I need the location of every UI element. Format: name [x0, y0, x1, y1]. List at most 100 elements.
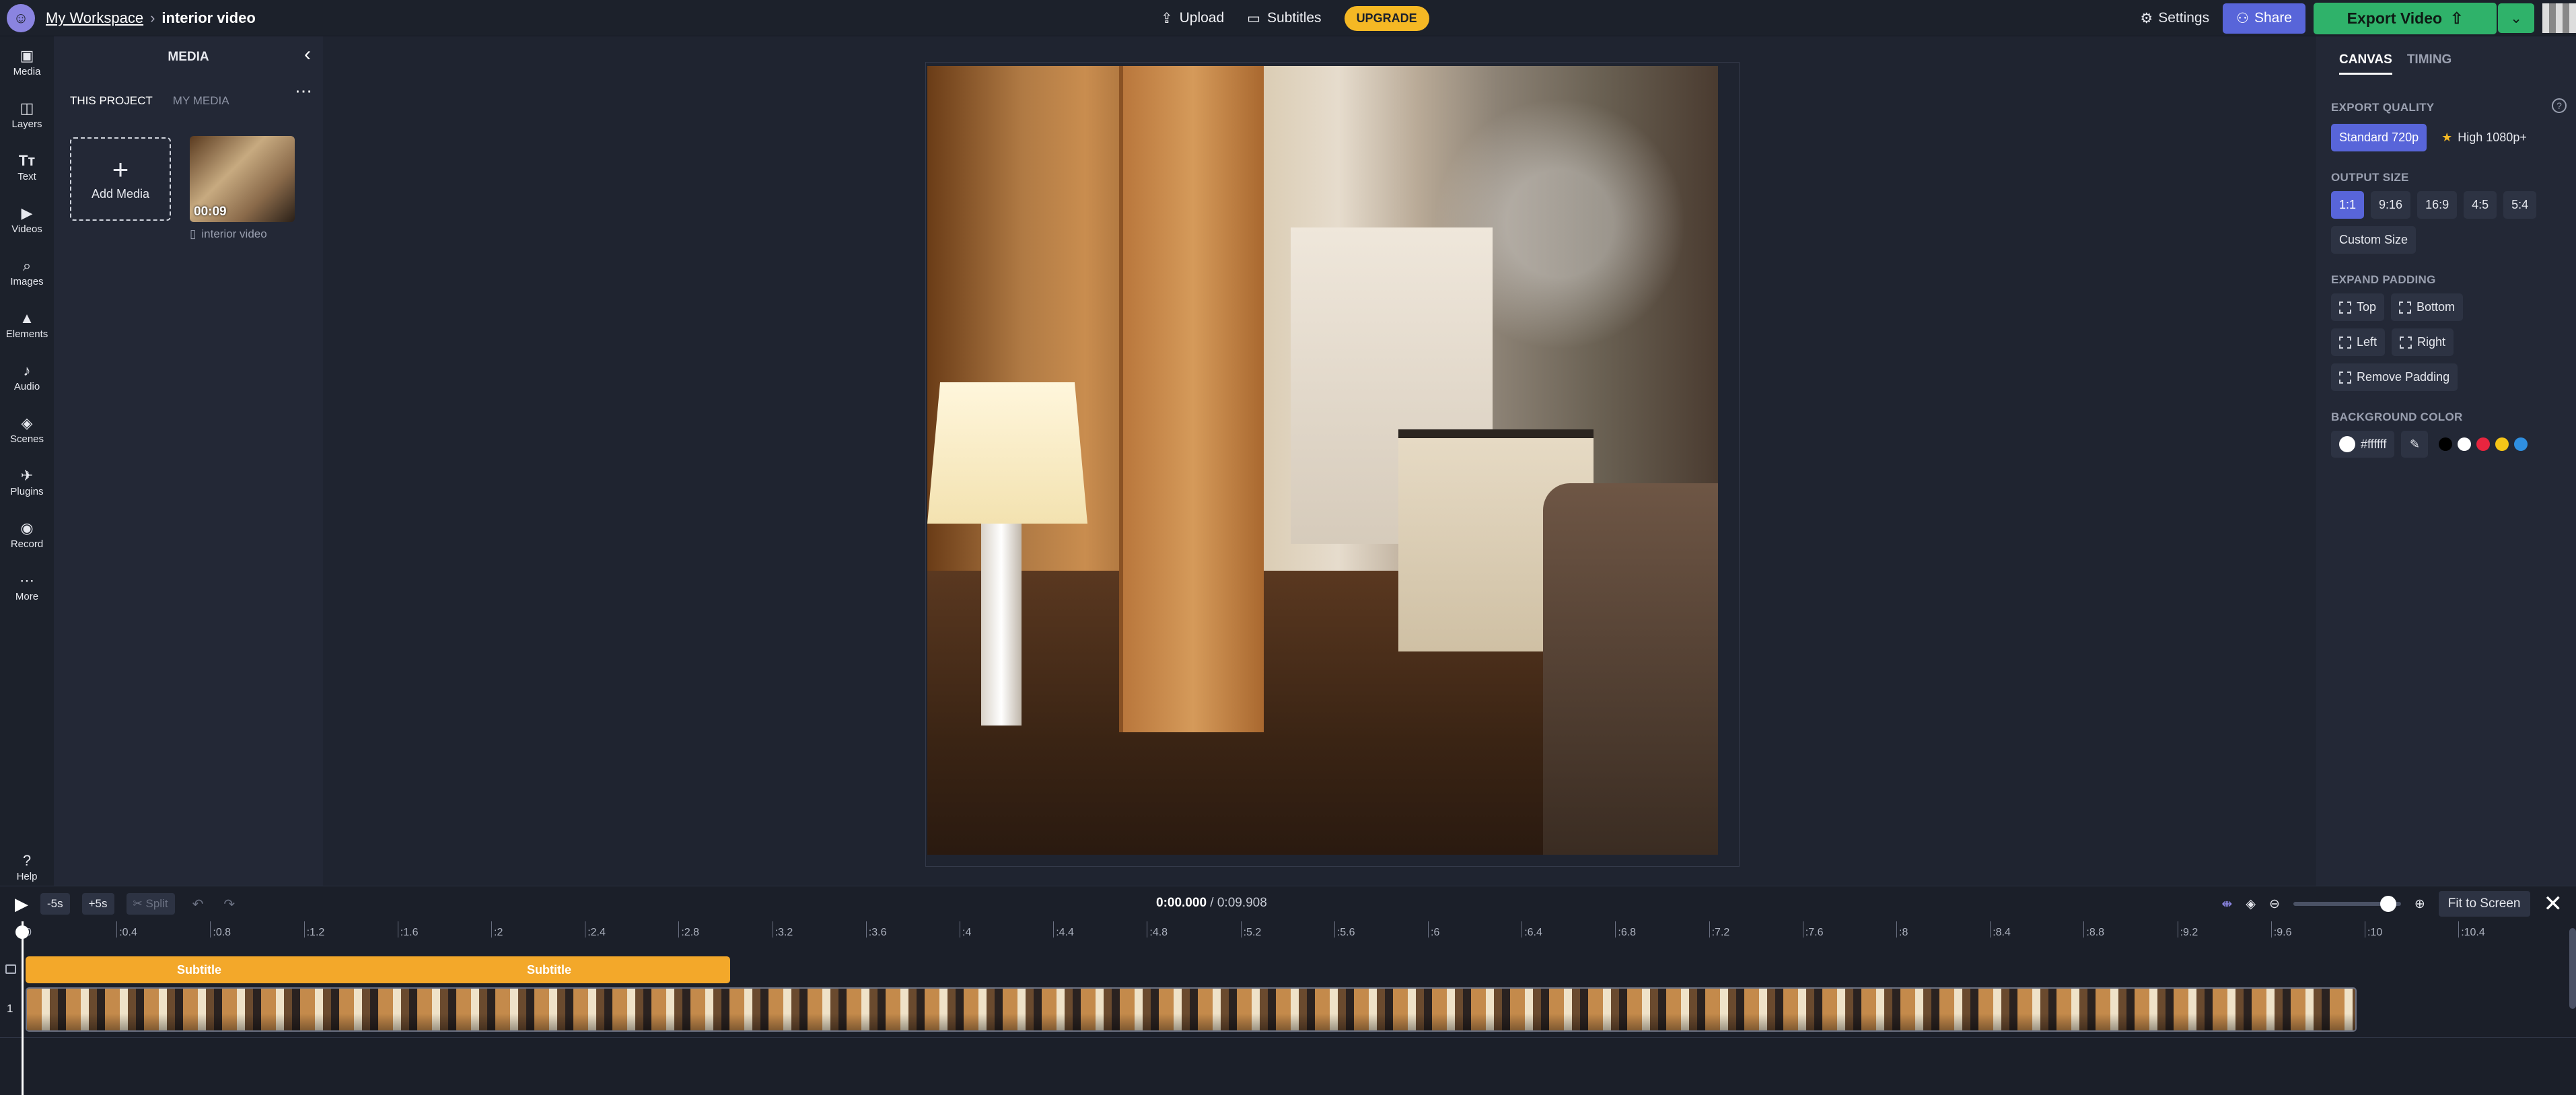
settings-tabs: CANVAS TIMING: [2339, 52, 2452, 75]
padding-bottom-label: Bottom: [2417, 300, 2456, 314]
size-4-5-button[interactable]: 4:5: [2464, 191, 2497, 219]
zoom-slider[interactable]: [2293, 896, 2401, 912]
rail-item-record[interactable]: ◉ Record: [0, 509, 54, 561]
size-9-16-button[interactable]: 9:16: [2371, 191, 2411, 219]
close-icon[interactable]: ✕: [2544, 890, 2563, 917]
size-5-4-button[interactable]: 5:4: [2503, 191, 2537, 219]
swatch-white[interactable]: [2458, 437, 2472, 451]
more-options-icon[interactable]: ⋯: [295, 81, 312, 102]
export-quality-label: EXPORT QUALITY: [2331, 101, 2435, 114]
undo-redo: ↶ ↷: [192, 896, 236, 913]
split-view-icon[interactable]: ◈: [2246, 896, 2256, 912]
quality-high-button[interactable]: ★ High 1080p+: [2433, 124, 2535, 151]
size-1-1-button[interactable]: 1:1: [2331, 191, 2365, 219]
add-media-button[interactable]: + Add Media: [70, 137, 171, 221]
swatch-red[interactable]: [2476, 437, 2491, 451]
back-5s-button[interactable]: -5s: [40, 893, 70, 915]
collapse-panel-button[interactable]: ‹: [304, 43, 311, 66]
rail-label: More: [15, 590, 39, 602]
ruler-tick: :0.4: [116, 921, 137, 938]
ruler-tick: :9.2: [2177, 921, 2198, 938]
swatch-black[interactable]: [2439, 437, 2453, 451]
export-video-button[interactable]: Export Video ⇧: [2314, 2, 2497, 34]
rail-item-images[interactable]: ⌕ Images: [0, 246, 54, 299]
swatch-yellow[interactable]: [2495, 437, 2509, 451]
padding-top-label: Top: [2357, 300, 2377, 314]
project-title[interactable]: interior video: [162, 9, 255, 27]
video-cabinet: [1119, 66, 1264, 732]
padding-right-button[interactable]: Right: [2392, 328, 2454, 356]
timeline-scrollbar[interactable]: [2569, 928, 2576, 1009]
avatar[interactable]: [2542, 3, 2576, 33]
quality-standard-button[interactable]: Standard 720p: [2331, 124, 2427, 151]
rail-item-more[interactable]: ⋯ More: [0, 561, 54, 614]
padding-row-3: Remove Padding: [2331, 363, 2458, 391]
custom-size-button[interactable]: Custom Size: [2331, 226, 2417, 254]
remove-padding-button[interactable]: Remove Padding: [2331, 363, 2458, 391]
upload-icon: ⇪: [1161, 10, 1173, 26]
timecode: 0:00.000 / 0:09.908: [1156, 896, 1267, 911]
fit-to-screen-button[interactable]: Fit to Screen: [2438, 891, 2530, 917]
video-lampbase: [981, 524, 1022, 726]
ruler-tick: :9.6: [2270, 921, 2291, 938]
undo-icon[interactable]: ↶: [192, 896, 204, 913]
rail-item-audio[interactable]: ♪ Audio: [0, 351, 54, 404]
rail-item-media[interactable]: ▣ Media: [0, 36, 54, 89]
settings-button[interactable]: ⚙ Settings: [2140, 10, 2209, 27]
ruler-tick: :5.2: [1240, 921, 1261, 938]
top-right-actions: ⚙ Settings ⚇ Share Export Video ⇧ ⌄: [2140, 0, 2576, 36]
padding-top-button[interactable]: Top: [2331, 293, 2385, 321]
clip-name: ▯ interior video: [190, 227, 267, 241]
custom-size-row: Custom Size: [2331, 226, 2417, 254]
padding-top-icon: [2339, 301, 2351, 314]
forward-5s-button[interactable]: +5s: [81, 893, 114, 915]
split-button[interactable]: ✂ Split: [126, 893, 175, 915]
subtitles-icon: ▭: [1247, 10, 1261, 26]
help-icon[interactable]: ?: [2552, 98, 2567, 113]
padding-bottom-button[interactable]: Bottom: [2391, 293, 2464, 321]
ruler-tick: :6.4: [1522, 921, 1542, 938]
video-preview[interactable]: [927, 66, 1718, 855]
videos-icon: ▶: [21, 204, 33, 221]
rail-item-text[interactable]: Tт Text: [0, 141, 54, 194]
left-tool-rail: ▣ Media ◫ Layers Tт Text ▶ Videos ⌕ Imag…: [0, 36, 54, 886]
zoom-in-icon[interactable]: ⊕: [2414, 896, 2425, 912]
padding-bottom-icon: [2399, 301, 2412, 314]
eyedropper-icon[interactable]: ✎: [2401, 431, 2429, 458]
redo-icon[interactable]: ↷: [223, 896, 235, 913]
upgrade-button[interactable]: UPGRADE: [1344, 5, 1429, 31]
upload-button[interactable]: ⇪ Upload: [1161, 10, 1224, 27]
tab-timing[interactable]: TIMING: [2407, 52, 2452, 75]
rail-item-plugins[interactable]: ✈ Plugins: [0, 456, 54, 509]
export-options-dropdown[interactable]: ⌄: [2498, 3, 2534, 33]
zoom-out-icon[interactable]: ⊖: [2269, 896, 2280, 912]
play-button[interactable]: ▶: [15, 894, 28, 915]
size-16-9-button[interactable]: 16:9: [2417, 191, 2458, 219]
text-icon: Tт: [18, 151, 36, 169]
zoom-slider-knob[interactable]: [2380, 896, 2396, 912]
snap-icon[interactable]: ⇼: [2221, 896, 2232, 912]
tab-canvas[interactable]: CANVAS: [2339, 52, 2392, 75]
video-track-clip[interactable]: [26, 987, 2357, 1032]
rail-item-scenes[interactable]: ◈ Scenes: [0, 404, 54, 456]
workspace-link[interactable]: My Workspace: [46, 9, 143, 27]
swatch-blue[interactable]: [2514, 437, 2528, 451]
ruler-tick: :10.4: [2458, 921, 2485, 938]
app-logo[interactable]: ☺: [7, 3, 35, 32]
rail-item-layers[interactable]: ◫ Layers: [0, 89, 54, 141]
media-thumbnail[interactable]: 00:09: [190, 136, 295, 222]
ruler-tick: :7.2: [1709, 921, 1729, 938]
tab-my-media[interactable]: MY MEDIA: [173, 94, 229, 108]
share-button[interactable]: ⚇ Share: [2223, 3, 2305, 34]
images-icon: ⌕: [22, 256, 32, 274]
subtitle-track[interactable]: Subtitle Subtitle: [26, 956, 730, 983]
background-color-input[interactable]: #ffffff: [2331, 431, 2395, 458]
padding-left-button[interactable]: Left: [2331, 328, 2386, 356]
playhead[interactable]: [15, 921, 29, 1095]
tab-this-project[interactable]: THIS PROJECT: [70, 94, 153, 108]
subtitles-button[interactable]: ▭ Subtitles: [1247, 10, 1321, 27]
rail-item-elements[interactable]: ▲ Elements: [0, 299, 54, 351]
rail-item-videos[interactable]: ▶ Videos: [0, 194, 54, 246]
add-user-icon: ⚇: [2236, 10, 2249, 26]
remove-padding-label: Remove Padding: [2357, 370, 2450, 384]
